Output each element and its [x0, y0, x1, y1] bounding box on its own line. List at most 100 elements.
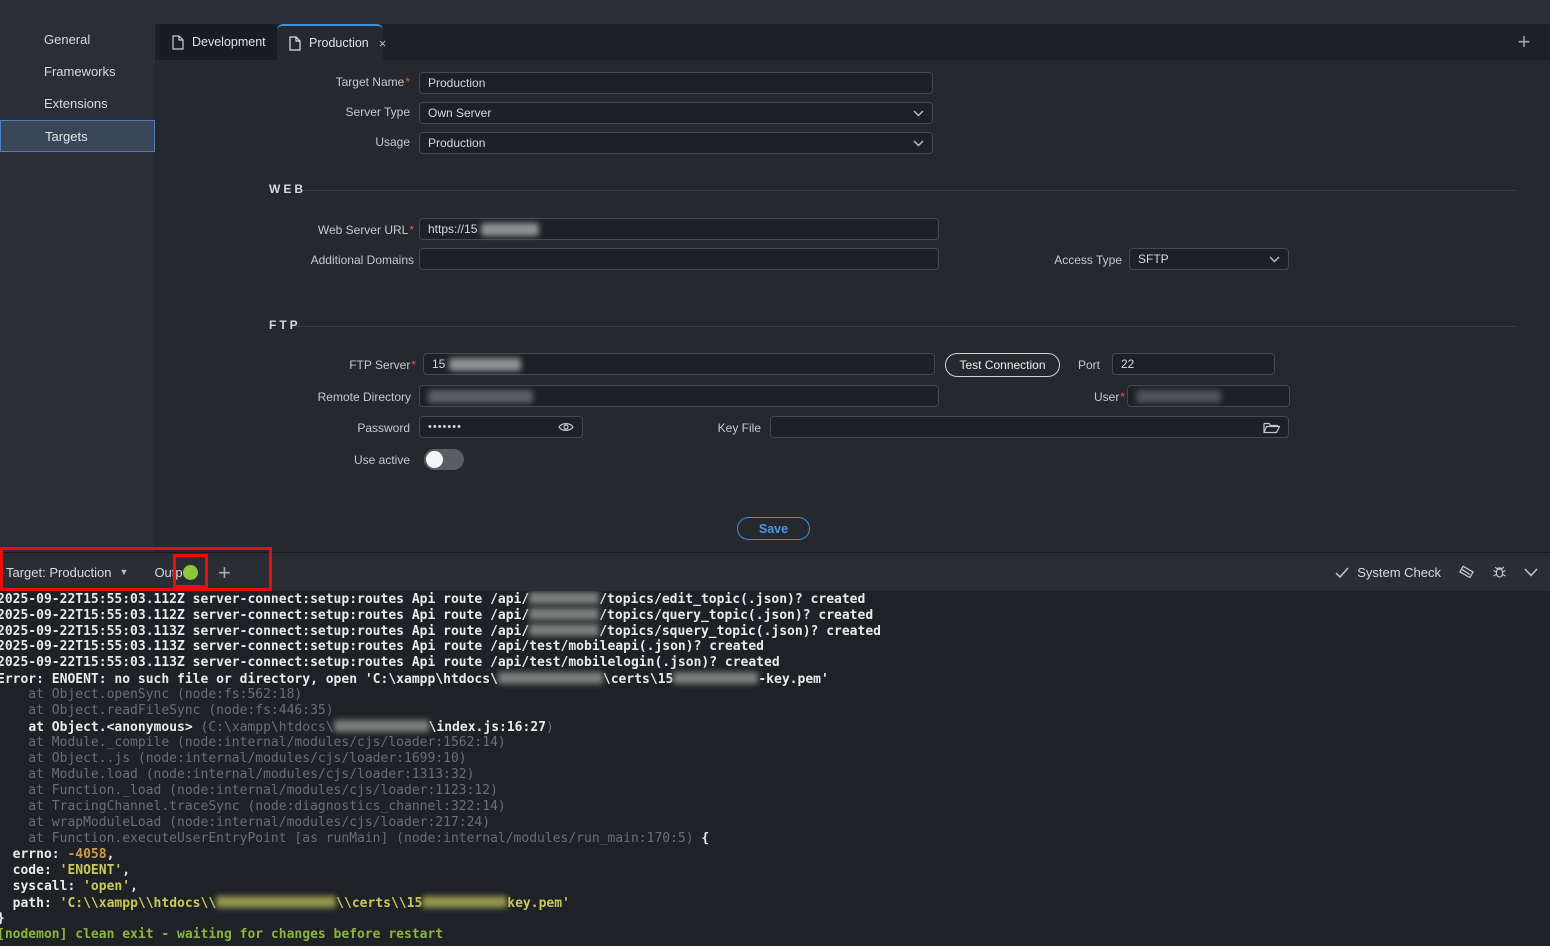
required-mark: *: [405, 75, 410, 89]
ftp-section-title: FTP: [269, 318, 301, 332]
redacted-value: [1136, 390, 1221, 403]
console-line: path: 'C:\\xampp\\htdocs\\\\certs\\15key…: [0, 895, 1550, 911]
app-window: General Frameworks Extensions Targets De…: [0, 0, 1550, 946]
redacted-value: [422, 896, 507, 908]
user-input[interactable]: [1127, 385, 1290, 407]
save-button[interactable]: Save: [737, 517, 810, 540]
key-file-input[interactable]: [770, 416, 1289, 438]
console-line: at Function._load (node:internal/modules…: [0, 783, 1550, 799]
console-line: [nodemon] clean exit - waiting for chang…: [0, 927, 1550, 943]
redacted-value: [498, 672, 603, 684]
console-line: code: 'ENOENT',: [0, 863, 1550, 879]
redacted-value: [529, 624, 599, 636]
section-divider: [296, 326, 1516, 327]
console-line: at wrapModuleLoad (node:internal/modules…: [0, 815, 1550, 831]
redacted-value: [216, 896, 336, 908]
toggle-knob: [426, 451, 443, 468]
usage-select[interactable]: Production: [419, 132, 933, 154]
bug-icon[interactable]: [1491, 564, 1508, 581]
caret-down-icon: ▼: [120, 567, 129, 577]
port-label: Port: [1040, 357, 1100, 373]
redacted-value: [428, 390, 533, 403]
tab-development[interactable]: Development: [160, 24, 277, 60]
console-line: at Object.openSync (node:fs:562:18): [0, 687, 1550, 703]
console-line: at Object..js (node:internal/modules/cjs…: [0, 751, 1550, 767]
tab-label: Production: [309, 36, 369, 50]
folder-open-icon[interactable]: [1263, 421, 1280, 434]
port-input[interactable]: 22: [1112, 353, 1275, 375]
title-bar: [0, 0, 1550, 24]
remote-directory-input[interactable]: [419, 385, 939, 407]
tab-production[interactable]: Production ×: [277, 24, 383, 60]
key-file-label: Key File: [661, 420, 761, 436]
console-line: errno: -4058,: [0, 847, 1550, 863]
file-icon: [172, 35, 184, 50]
sidebar-item-targets[interactable]: Targets: [0, 120, 155, 152]
console-line: at Function.executeUserEntryPoint [as ru…: [0, 831, 1550, 847]
web-server-url-label: Web Server URL*: [214, 222, 414, 238]
console-line: at Module._compile (node:internal/module…: [0, 735, 1550, 751]
system-check-button[interactable]: System Check: [1335, 565, 1441, 580]
check-icon: [1335, 567, 1349, 578]
tab-label: Development: [192, 35, 266, 49]
eraser-icon[interactable]: [1457, 564, 1475, 580]
sidebar-item-general[interactable]: General: [0, 24, 155, 56]
usage-label: Usage: [210, 134, 410, 150]
close-tab-icon[interactable]: ×: [379, 36, 387, 51]
additional-domains-input[interactable]: [419, 248, 939, 270]
server-type-select[interactable]: Own Server: [419, 102, 933, 124]
required-mark: *: [1120, 390, 1125, 404]
redacted-value: [334, 720, 429, 732]
console-line: at TracingChannel.traceSync (node:diagno…: [0, 799, 1550, 815]
access-type-select[interactable]: SFTP: [1129, 248, 1289, 270]
redacted-value: [529, 608, 599, 620]
status-running-dot[interactable]: [183, 565, 198, 580]
console-line: 2025-09-22T15:55:03.112Z server-connect:…: [0, 607, 1550, 623]
password-label: Password: [210, 420, 410, 436]
redacted-value: [673, 672, 758, 684]
chevron-down-icon: [1269, 256, 1280, 263]
target-settings-form: Target Name* Production Server Type Own …: [155, 60, 1550, 552]
console-line: }: [0, 911, 1550, 927]
collapse-panel-icon[interactable]: [1524, 568, 1538, 577]
access-type-label: Access Type: [972, 252, 1122, 268]
console-line: at Object.<anonymous> (C:\xampp\htdocs\\…: [0, 719, 1550, 735]
use-active-label: Use active: [210, 452, 410, 468]
redacted-value: [449, 358, 521, 371]
add-output-button[interactable]: +: [218, 560, 231, 586]
required-mark: *: [411, 358, 416, 372]
password-input[interactable]: •••••••: [419, 416, 583, 438]
console-line: 2025-09-22T15:55:03.112Z server-connect:…: [0, 591, 1550, 607]
redacted-value: [529, 592, 599, 604]
server-type-label: Server Type: [210, 104, 410, 120]
console-line: syscall: 'open',: [0, 879, 1550, 895]
user-label: User*: [1045, 389, 1125, 405]
section-divider: [303, 190, 1516, 191]
ftp-server-input[interactable]: 15: [423, 353, 935, 375]
console-output-panel[interactable]: 2025-09-22T15:55:03.112Z server-connect:…: [0, 591, 1550, 946]
target-name-input[interactable]: Production: [419, 72, 933, 94]
sidebar-item-frameworks[interactable]: Frameworks: [0, 56, 155, 88]
use-active-toggle[interactable]: [424, 449, 464, 470]
console-line: 2025-09-22T15:55:03.113Z server-connect:…: [0, 639, 1550, 655]
chevron-down-icon: [913, 140, 924, 147]
eye-icon[interactable]: [558, 421, 574, 433]
remote-directory-label: Remote Directory: [191, 389, 411, 405]
console-output: 2025-09-22T15:55:03.112Z server-connect:…: [0, 591, 1550, 943]
additional-domains-label: Additional Domains: [194, 252, 414, 268]
add-tab-button[interactable]: +: [1512, 30, 1536, 54]
console-line: 2025-09-22T15:55:03.113Z server-connect:…: [0, 623, 1550, 639]
target-selector-dropdown[interactable]: Target: Production ▼: [6, 565, 128, 580]
sidebar-item-extensions[interactable]: Extensions: [0, 88, 155, 120]
file-icon: [289, 36, 301, 51]
required-mark: *: [409, 223, 414, 237]
target-tab-bar: Development Production × +: [155, 24, 1550, 60]
target-name-label: Target Name*: [210, 74, 410, 90]
web-server-url-input[interactable]: https://15: [419, 218, 939, 240]
ftp-server-label: FTP Server*: [216, 357, 416, 373]
output-panel-header: Target: Production ▼ Output + System Che…: [0, 552, 1550, 591]
chevron-down-icon: [913, 110, 924, 117]
console-line: at Object.readFileSync (node:fs:446:35): [0, 703, 1550, 719]
settings-sidebar: General Frameworks Extensions Targets: [0, 24, 155, 552]
web-section-title: WEB: [269, 182, 306, 196]
